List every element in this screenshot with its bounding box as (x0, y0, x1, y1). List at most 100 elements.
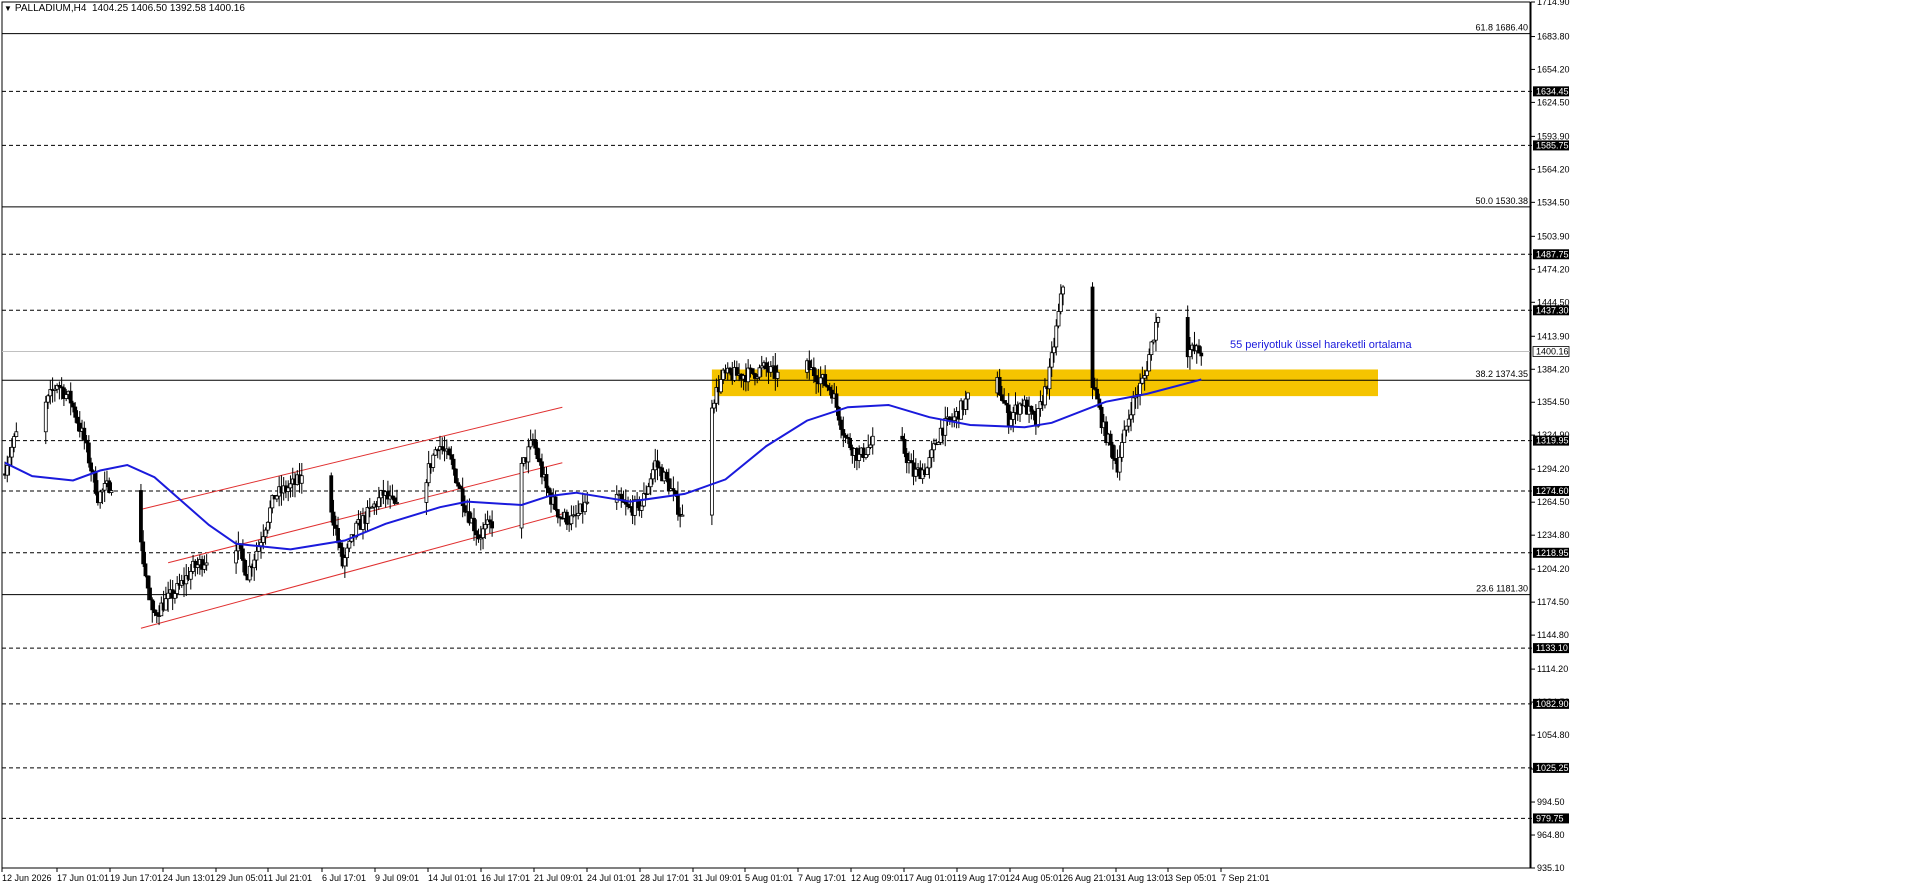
time-tick-label: 31 Jul 09:01 (693, 873, 742, 883)
channel-upper-line (140, 406, 563, 510)
candle-bull (927, 457, 932, 469)
time-tick-label: 12 Aug 09:01 (851, 873, 904, 883)
candle-bear (834, 393, 839, 408)
collapse-triangle-icon[interactable]: ▼ (4, 4, 12, 13)
candle-bull (173, 593, 177, 599)
candle-bull (1156, 317, 1161, 323)
candle-bull (102, 483, 107, 491)
candle-bear (240, 548, 245, 561)
level-price-label: 1437.30 (1536, 305, 1569, 315)
candle-bear (93, 471, 98, 494)
candle-bull (365, 507, 370, 524)
candle-bull (342, 557, 347, 567)
candle-bear (902, 438, 907, 454)
candle-bear (145, 575, 150, 589)
time-tick-label: 7 Sep 21:01 (1221, 873, 1270, 883)
candle-bull (1149, 341, 1154, 356)
annotation-layer: 55 periyotluk üssel hareketli ortalama (1230, 339, 1412, 351)
price-tick-label: 1683.80 (1537, 32, 1570, 42)
current-price-label: 1400.16 (1536, 347, 1569, 357)
candle-bull (966, 392, 970, 400)
candle-bull (252, 559, 257, 569)
candle-bull (247, 565, 252, 581)
candle-bull (1043, 386, 1047, 406)
candle-bear (1095, 388, 1099, 400)
level-price-label: 1585.75 (1536, 140, 1569, 150)
candle-bull (952, 416, 957, 422)
time-tick-label: 29 Jun 05:01 (216, 873, 268, 883)
candle-bull (1036, 408, 1041, 427)
candle-bull (648, 478, 653, 488)
level-price-label: 1218.95 (1536, 548, 1569, 558)
candle-bull (569, 515, 574, 525)
time-tick-label: 5 Aug 01:01 (745, 873, 793, 883)
candle-bull (1047, 366, 1052, 390)
candle-bear (333, 524, 338, 529)
candle-bear (1090, 286, 1095, 388)
chart-area[interactable]: 61.8 1686.40 50.0 1530.38 38.2 1374.35 23.6… (0, 0, 1916, 888)
price-tick-label: 1654.20 (1537, 64, 1570, 74)
candle-bull (712, 402, 717, 409)
candle-bull (431, 454, 436, 468)
candle-bull (195, 564, 200, 568)
level-price-label: 1487.75 (1536, 249, 1569, 259)
price-tick-label: 935.10 (1537, 863, 1565, 873)
candle-bear (82, 427, 87, 441)
candle-bull (757, 367, 762, 378)
candle-bear (68, 390, 73, 404)
time-tick-label: 19 Aug 17:01 (957, 873, 1010, 883)
candle-bull (1154, 321, 1158, 341)
time-tick-label: 24 Jun 13:01 (163, 873, 215, 883)
candle-bull (483, 524, 488, 530)
candles-layer (3, 282, 1204, 626)
candle-bull (347, 540, 352, 549)
fibonacci-label: 50.0 1530.38 (1475, 196, 1528, 206)
candle-bull (528, 440, 533, 448)
candle-bull (1009, 418, 1013, 426)
time-tick-label: 31 Aug 13:01 (1116, 873, 1169, 883)
candle-bull (1140, 377, 1145, 384)
candle-bull (9, 446, 14, 458)
candle-bull (651, 469, 655, 480)
time-tick-label: 19 Jun 17:01 (110, 873, 162, 883)
candle-bull (14, 431, 19, 437)
price-chart[interactable]: 61.8 1686.40 50.0 1530.38 38.2 1374.35 23.6… (0, 0, 1916, 888)
level-price-label: 1025.25 (1536, 763, 1569, 773)
price-tick-label: 1054.80 (1537, 730, 1570, 740)
candle-bear (764, 362, 769, 370)
candle-bear (564, 511, 569, 525)
candle-bear (848, 437, 852, 449)
candle-bull (746, 367, 751, 383)
candle-bull (913, 468, 918, 477)
candle-bear (141, 541, 146, 565)
fibonacci-label: 38.2 1374.35 (1475, 369, 1528, 379)
candle-bull (519, 463, 524, 529)
candle-bear (73, 406, 78, 418)
ema-annotation: 55 periyotluk üssel hareketli ortalama (1230, 339, 1412, 351)
price-tick-label: 1534.50 (1537, 197, 1570, 207)
candle-bear (490, 521, 495, 529)
price-tick-label: 1204.20 (1537, 564, 1570, 574)
candle-bull (163, 598, 168, 611)
time-axis: 12 Jun 2026 17 Jun 01:01 19 Jun 17:01 24 Ju… (1, 867, 1531, 883)
candle-bull (632, 499, 637, 516)
candle-bull (286, 487, 291, 492)
candle-bull (719, 379, 723, 393)
candle-bear (664, 471, 669, 480)
candle-bull (963, 398, 968, 410)
time-tick-label: 24 Aug 05:01 (1010, 873, 1063, 883)
candle-bear (533, 439, 538, 449)
candle-bear (546, 487, 551, 494)
price-tick-label: 1174.50 (1537, 597, 1569, 607)
candle-bull (1129, 414, 1133, 420)
candle-bull (646, 486, 651, 495)
candle-bull (1188, 349, 1192, 358)
time-tick-label: 6 Jul 17:01 (322, 873, 366, 883)
ohlc-values: 1404.25 1406.50 1392.58 1400.16 (92, 3, 245, 14)
candle-bull (1049, 352, 1054, 368)
level-price-label: 1082.90 (1536, 699, 1569, 709)
candle-bear (814, 375, 819, 382)
price-tick-label: 1114.20 (1537, 664, 1568, 674)
candle-bear (71, 402, 75, 408)
level-price-label: 1319.95 (1536, 436, 1569, 446)
